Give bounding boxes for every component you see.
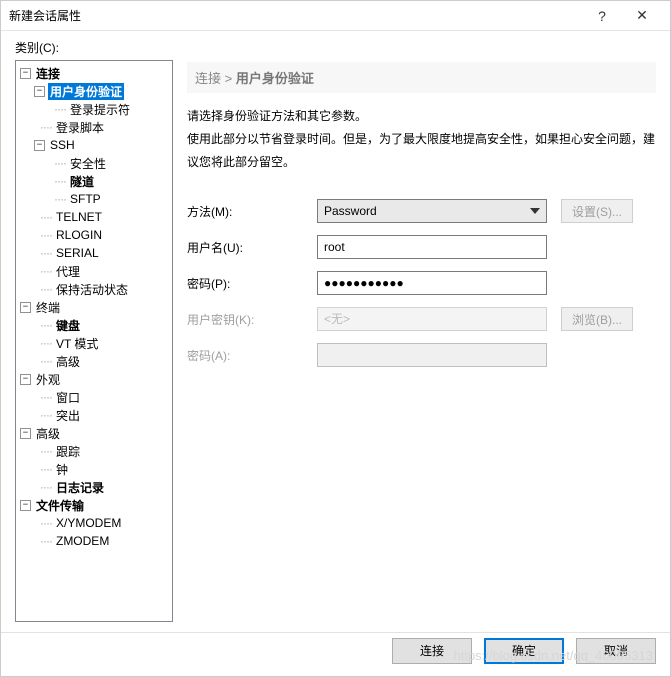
tree-item-security[interactable]: ····安全性 <box>18 154 170 172</box>
desc-line2: 使用此部分以节省登录时间。但是，为了最大限度地提高安全性，如果担心安全问题，建议… <box>187 128 656 174</box>
tree-item-keepalive[interactable]: ····保持活动状态 <box>18 280 170 298</box>
tree-item-bell[interactable]: ····钟 <box>18 460 170 478</box>
userkey-label: 用户密钥(K): <box>187 311 317 328</box>
help-button[interactable]: ? <box>582 2 622 30</box>
tree-item-login-prompt[interactable]: ····登录提示符 <box>18 100 170 118</box>
tree-item-telnet[interactable]: ····TELNET <box>18 208 170 226</box>
category-label: 类别(C): <box>15 39 656 56</box>
password-label: 密码(P): <box>187 275 317 292</box>
method-select[interactable]: Password <box>317 199 547 223</box>
tree-item-advanced2[interactable]: −高级 <box>18 424 170 442</box>
username-label: 用户名(U): <box>187 239 317 256</box>
username-row: 用户名(U): <box>187 235 656 259</box>
tree-item-vtmode[interactable]: ····VT 模式 <box>18 334 170 352</box>
collapse-icon[interactable]: − <box>20 374 31 385</box>
collapse-icon[interactable]: − <box>34 86 45 97</box>
password2-input <box>317 343 547 367</box>
password-row: 密码(P): <box>187 271 656 295</box>
tree-item-appearance[interactable]: −外观 <box>18 370 170 388</box>
description: 请选择身份验证方法和其它参数。 使用此部分以节省登录时间。但是，为了最大限度地提… <box>187 105 656 173</box>
close-icon: ✕ <box>636 7 648 24</box>
collapse-icon[interactable]: − <box>20 68 31 79</box>
close-button[interactable]: ✕ <box>622 2 662 30</box>
titlebar: 新建会话属性 ? ✕ <box>1 1 670 31</box>
tree-item-serial[interactable]: ····SERIAL <box>18 244 170 262</box>
collapse-icon[interactable]: − <box>20 428 31 439</box>
desc-line1: 请选择身份验证方法和其它参数。 <box>187 105 656 128</box>
tree-item-window[interactable]: ····窗口 <box>18 388 170 406</box>
tree-item-rlogin[interactable]: ····RLOGIN <box>18 226 170 244</box>
tree-item-terminal[interactable]: −终端 <box>18 298 170 316</box>
breadcrumb-current: 用户身份验证 <box>236 71 314 86</box>
ok-button[interactable]: 确定 <box>484 638 564 664</box>
method-row: 方法(M): Password 设置(S)... <box>187 199 656 223</box>
userkey-select: <无> <box>317 307 547 331</box>
userkey-row: 用户密钥(K): <无> 浏览(B)... <box>187 307 656 331</box>
dialog-body: −连接 −用户身份验证 ····登录提示符 ····登录脚本 −SSH ····… <box>15 60 656 622</box>
tree-item-filetransfer[interactable]: −文件传输 <box>18 496 170 514</box>
method-label: 方法(M): <box>187 203 317 220</box>
tree-item-highlight[interactable]: ····突出 <box>18 406 170 424</box>
tree-item-sftp[interactable]: ····SFTP <box>18 190 170 208</box>
dialog-title: 新建会话属性 <box>9 7 582 24</box>
help-icon: ? <box>598 8 606 24</box>
username-input[interactable] <box>317 235 547 259</box>
tree-item-zmodem[interactable]: ····ZMODEM <box>18 532 170 550</box>
password2-label: 密码(A): <box>187 347 317 364</box>
settings-panel: 连接 > 用户身份验证 请选择身份验证方法和其它参数。 使用此部分以节省登录时间… <box>187 60 656 622</box>
tree-item-tunnel[interactable]: ····隧道 <box>18 172 170 190</box>
tree-item-logging[interactable]: ····日志记录 <box>18 478 170 496</box>
setup-button[interactable]: 设置(S)... <box>561 199 633 223</box>
breadcrumb-sep: > <box>225 71 233 86</box>
dialog-footer: 连接 确定 取消 <box>1 632 670 676</box>
session-properties-dialog: 新建会话属性 ? ✕ 类别(C): −连接 −用户身份验证 ····登录提示符 … <box>0 0 671 677</box>
connect-button[interactable]: 连接 <box>392 638 472 664</box>
tree-item-ssh[interactable]: −SSH <box>18 136 170 154</box>
password-input[interactable] <box>317 271 547 295</box>
breadcrumb: 连接 > 用户身份验证 <box>187 62 656 93</box>
tree-item-auth[interactable]: −用户身份验证 <box>18 82 170 100</box>
browse-button[interactable]: 浏览(B)... <box>561 307 633 331</box>
tree-item-keyboard[interactable]: ····键盘 <box>18 316 170 334</box>
collapse-icon[interactable]: − <box>34 140 45 151</box>
tree-item-advanced[interactable]: ····高级 <box>18 352 170 370</box>
cancel-button[interactable]: 取消 <box>576 638 656 664</box>
collapse-icon[interactable]: − <box>20 500 31 511</box>
tree-item-connection[interactable]: −连接 <box>18 64 170 82</box>
dialog-content: 类别(C): −连接 −用户身份验证 ····登录提示符 ····登录脚本 −S… <box>1 31 670 632</box>
category-tree[interactable]: −连接 −用户身份验证 ····登录提示符 ····登录脚本 −SSH ····… <box>15 60 173 622</box>
collapse-icon[interactable]: − <box>20 302 31 313</box>
password2-row: 密码(A): <box>187 343 656 367</box>
tree-item-xymodem[interactable]: ····X/YMODEM <box>18 514 170 532</box>
tree-item-trace[interactable]: ····跟踪 <box>18 442 170 460</box>
breadcrumb-root: 连接 <box>195 71 221 86</box>
tree-item-proxy[interactable]: ····代理 <box>18 262 170 280</box>
tree-item-login-script[interactable]: ····登录脚本 <box>18 118 170 136</box>
